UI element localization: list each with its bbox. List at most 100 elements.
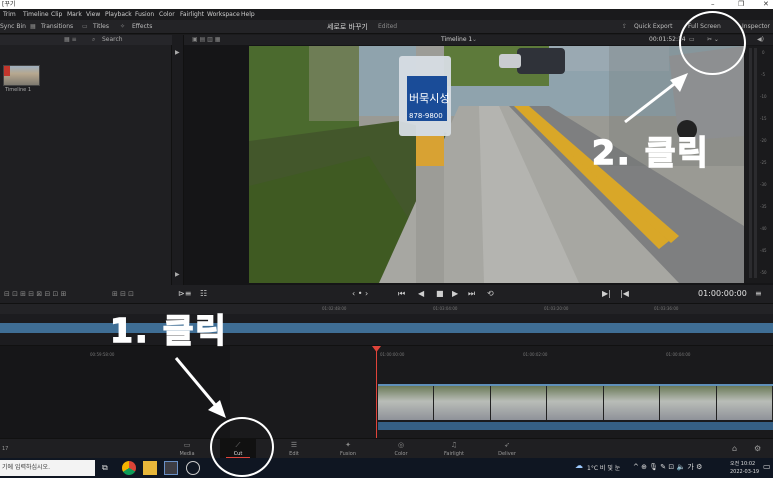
page-media[interactable]: ▭ Media	[169, 439, 205, 459]
gear-icon[interactable]: ⚙	[754, 444, 761, 453]
loop-icon[interactable]: ⟲	[487, 285, 494, 303]
media-pool-header: ▦ ≡ ⌕ Search	[0, 35, 172, 45]
chrome-icon[interactable]	[122, 461, 136, 475]
sign-text: 버묵시성	[409, 92, 449, 105]
menu-playback[interactable]: Playback	[105, 9, 132, 20]
page-fairlight-label: Fairlight	[443, 451, 464, 457]
trim-icon[interactable]: ⊳≡	[178, 285, 191, 303]
timecode-display: 01:00:00:00	[698, 289, 747, 298]
effects-button[interactable]: Effects	[132, 20, 152, 34]
taskbar-search-input[interactable]: 기에 입력하십시오.	[0, 460, 95, 476]
page-color[interactable]: ◎ Color	[383, 439, 419, 459]
home-icon[interactable]: ⌂	[732, 444, 737, 453]
upper-timeline-clip[interactable]	[0, 323, 773, 333]
video-frame[interactable]: 버묵시성 878-9800	[249, 46, 744, 283]
film-frame	[378, 386, 435, 420]
page-deliver[interactable]: ➶ Deliver	[489, 439, 525, 459]
fusion-icon: ✦	[345, 441, 351, 449]
clock-date[interactable]: 2022-03-19	[730, 469, 759, 475]
sync-bin-button[interactable]: Sync Bin	[0, 20, 26, 34]
menu-fusion[interactable]: Fusion	[135, 9, 154, 20]
menu-clip[interactable]: Clip	[51, 9, 62, 20]
meter-label: -40	[760, 226, 767, 231]
audio-clip[interactable]	[378, 422, 773, 430]
titles-button[interactable]: Titles	[93, 20, 109, 34]
transitions-button[interactable]: Transitions	[41, 20, 73, 34]
transport-controls: ⊳≡ ☷ ‹ • › ⏮ ◀ ■ ▶ ⏭ ⟲ ▶| |◀ 01:00:00:00…	[172, 285, 773, 303]
quick-export-icon: ⇪	[622, 23, 628, 30]
window-title: [꾸기	[2, 1, 16, 8]
safe-area-icon[interactable]: ▭	[689, 35, 695, 45]
close-button[interactable]: ✕	[763, 0, 769, 9]
minimize-button[interactable]: –	[711, 0, 715, 9]
weather-text[interactable]: 1°C 비 및 눈	[587, 463, 620, 472]
media-search-label[interactable]: Search	[102, 35, 123, 45]
play-reverse-icon[interactable]: ◀	[418, 285, 424, 303]
go-to-start-icon[interactable]: ⏮	[398, 285, 405, 303]
inspector-button[interactable]: Inspector	[742, 20, 770, 34]
page-cut[interactable]: ⟋ Cut	[220, 439, 256, 459]
quick-export-button[interactable]: Quick Export	[634, 20, 673, 34]
full-screen-button[interactable]: Full Screen	[688, 20, 721, 34]
menu-help[interactable]: Help	[241, 9, 255, 20]
film-frame	[547, 386, 604, 420]
cut-icon: ⟋	[235, 441, 241, 449]
timeline-thumbnail[interactable]	[3, 65, 40, 86]
page-fusion[interactable]: ✦ Fusion	[330, 439, 366, 459]
menu-fairlight[interactable]: Fairlight	[180, 9, 204, 20]
windows-taskbar: 기에 입력하십시오. ⧉ ☁ 1°C 비 및 눈 ^ ⊕ 🎙 ✎ ⊡ 🔈 가 ⚙…	[0, 458, 773, 478]
viewer-options-icon[interactable]: ✂ ⌄	[707, 35, 719, 45]
notification-icon[interactable]: ▭	[763, 462, 771, 471]
menu-trim[interactable]: Trim	[3, 9, 16, 20]
collapse-icon[interactable]: ▶	[175, 49, 180, 56]
app-icon[interactable]	[186, 461, 200, 475]
expand-icon[interactable]: ▶	[175, 271, 180, 278]
window-title-bar: [꾸기 – ❐ ✕	[0, 0, 773, 9]
resolve-icon[interactable]	[164, 461, 178, 475]
viewer-mode-icons[interactable]: ▣ ▤ ▥ ▦	[192, 35, 220, 45]
chevron-down-icon[interactable]: ⌄	[472, 35, 477, 45]
edit-icon: ☰	[290, 441, 298, 449]
stop-icon[interactable]: ■	[436, 285, 444, 303]
task-view-icon[interactable]: ⧉	[102, 461, 116, 475]
prev-next-icon[interactable]: ‹ • ›	[352, 285, 368, 303]
menu-workspace[interactable]: Workspace	[207, 9, 240, 20]
ruler-tick: 01:00:04:00	[666, 352, 691, 357]
viewer-side-strip: ▶ ▶	[172, 35, 184, 285]
status-number: 17	[2, 446, 9, 452]
menu-icon[interactable]: ≡	[755, 285, 762, 303]
maximize-button[interactable]: ❐	[738, 0, 744, 9]
menu-color[interactable]: Color	[159, 9, 175, 20]
grid-view-icon[interactable]: ▦ ≡	[64, 35, 77, 45]
menu-view[interactable]: View	[86, 9, 100, 20]
transitions-icon: ▦	[30, 23, 36, 30]
meter-label: -25	[760, 160, 767, 165]
ruler-tick: 01:00:02:00	[523, 352, 548, 357]
play-icon[interactable]: ▶	[452, 285, 458, 303]
mark-in-icon[interactable]: ▶|	[602, 285, 611, 303]
page-fairlight[interactable]: ♫ Fairlight	[436, 439, 472, 459]
page-edit[interactable]: ☰ Edit	[276, 439, 312, 459]
playhead-line[interactable]	[376, 346, 377, 439]
lower-timeline[interactable]: 00:59:58:00 01:00:00:00 01:00:02:00 01:0…	[0, 345, 773, 439]
sign-phone: 878-9800	[409, 112, 443, 120]
viewer-timeline-name[interactable]: Timeline 1	[441, 35, 472, 45]
timeline-thumbnail-label: Timeline 1	[5, 87, 32, 93]
tray-icons[interactable]: ^ ⊕ 🎙 ✎ ⊡ 🔈 가 ⚙	[633, 462, 702, 472]
video-clip-filmstrip[interactable]	[378, 384, 773, 420]
upper-timeline[interactable]: 01:02:48:00 01:03:04:00 01:03:20:00 01:0…	[0, 303, 773, 345]
go-to-end-icon[interactable]: ⏭	[468, 285, 475, 303]
page-fusion-label: Fusion	[340, 451, 356, 457]
clip-tool-icons[interactable]: ⊞ ⊟ ⊡	[112, 285, 134, 303]
menu-mark[interactable]: Mark	[67, 9, 82, 20]
meter-label: -50	[760, 270, 767, 275]
mark-out-icon[interactable]: |◀	[620, 285, 629, 303]
volume-icon[interactable]: ◀)	[757, 35, 764, 45]
clock-time[interactable]: 오전 10:02	[730, 460, 755, 467]
menu-timeline[interactable]: Timeline	[23, 9, 49, 20]
weather-icon: ☁	[575, 461, 583, 470]
edit-tool-icons[interactable]: ⊟ ⊡ ⊞ ⊟ ⊠ ⊟ ⊡ ⊞	[4, 285, 67, 303]
layout-icon[interactable]: ☷	[200, 285, 207, 303]
ruler-tick: 01:02:48:00	[322, 306, 347, 311]
file-explorer-icon[interactable]	[143, 461, 157, 475]
